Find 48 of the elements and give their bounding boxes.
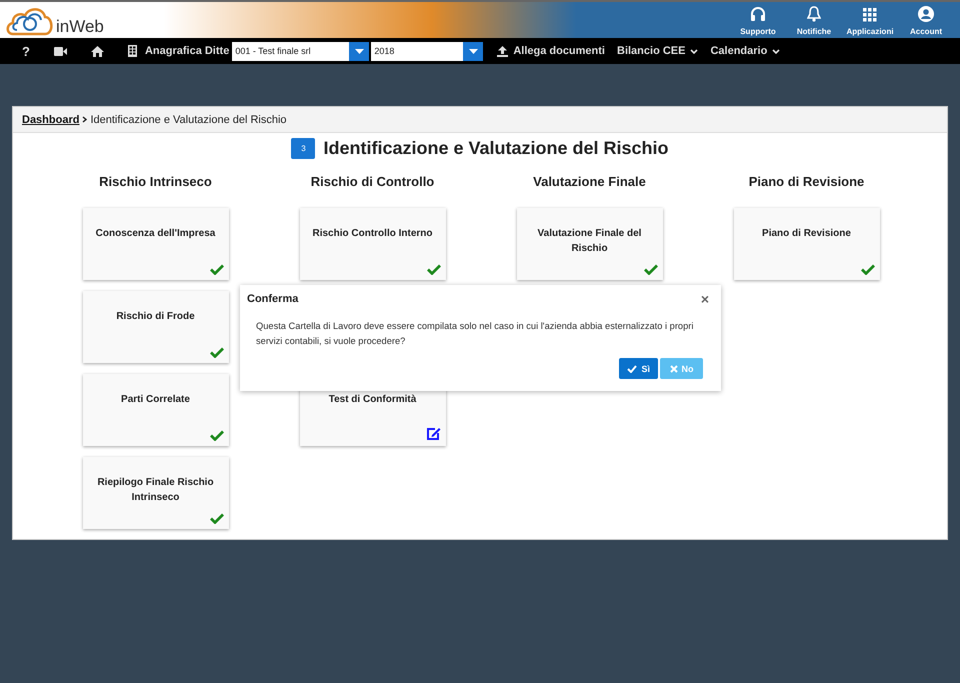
chevron-right-icon (82, 116, 88, 123)
breadcrumb-current: Identificazione e Valutazione del Rischio (90, 114, 287, 126)
dropdown-button[interactable] (349, 42, 370, 60)
chevron-down-icon (772, 48, 780, 54)
nav-menu[interactable]: Bilancio CEE (611, 45, 704, 57)
dropdown-button[interactable] (463, 42, 484, 60)
company-label: Anagrafica Ditte (144, 45, 230, 57)
video-camera-icon[interactable] (54, 46, 67, 56)
logo-text: inWeb (56, 17, 104, 37)
worksheet-card[interactable]: Riepilogo Finale Rischio Intrinseco (82, 457, 228, 529)
worksheet-card[interactable]: Piano di Revisione (734, 208, 880, 280)
upload-button[interactable]: Allega documenti (491, 45, 611, 57)
apps-grid-icon (863, 8, 877, 22)
bell-icon (807, 6, 821, 22)
check-icon (627, 364, 638, 372)
home-icon[interactable] (90, 46, 104, 56)
worksheet-card[interactable]: Valutazione Finale del Rischio (516, 208, 662, 280)
yes-button[interactable]: Sì (619, 358, 658, 379)
column-heading: Valutazione Finale (533, 174, 646, 189)
chevron-down-icon (690, 48, 698, 54)
page-title: Identificazione e Valutazione del Rischio (323, 138, 669, 159)
close-button[interactable]: × (696, 291, 713, 307)
header-action-button[interactable]: Applicazioni (844, 2, 896, 38)
header-action-button[interactable]: Notifiche (788, 2, 840, 38)
worksheet-card[interactable]: Conoscenza dell'Impresa (82, 208, 228, 280)
upload-icon (497, 46, 508, 56)
help-button[interactable]: ? (16, 44, 36, 58)
header-action-button[interactable]: Supporto (732, 2, 784, 38)
worksheet-card[interactable]: Rischio Controllo Interno (300, 208, 446, 280)
step-badge: 3 (291, 138, 316, 159)
worksheet-card[interactable]: Rischio di Frode (82, 291, 228, 363)
year-select[interactable]: 2018 (371, 42, 484, 60)
headset-icon (750, 6, 766, 22)
header-action-button[interactable]: Account (900, 2, 952, 38)
caret-icon (354, 48, 364, 54)
nav-menu[interactable]: Calendario (704, 45, 786, 57)
column-heading: Rischio Intrinseco (99, 174, 212, 189)
column-heading: Rischio di Controllo (310, 174, 434, 189)
dialog-message: Questa Cartella di Lavoro deve essere compilata solo nel caso in cui l'azienda abbia esternalizzato i propri servizi contabili, si vuole procedere? (256, 320, 694, 348)
user-icon (918, 6, 934, 22)
dialog-title: Conferma (247, 293, 298, 305)
column-heading: Piano di Revisione (748, 174, 864, 189)
caret-icon (468, 48, 478, 54)
building-icon[interactable] (128, 45, 137, 57)
company-select[interactable]: 001 - Test finale srl (232, 42, 370, 60)
breadcrumb-link[interactable]: Dashboard (22, 114, 80, 126)
worksheet-card[interactable]: Parti Correlate (82, 374, 228, 446)
close-icon (670, 364, 678, 372)
